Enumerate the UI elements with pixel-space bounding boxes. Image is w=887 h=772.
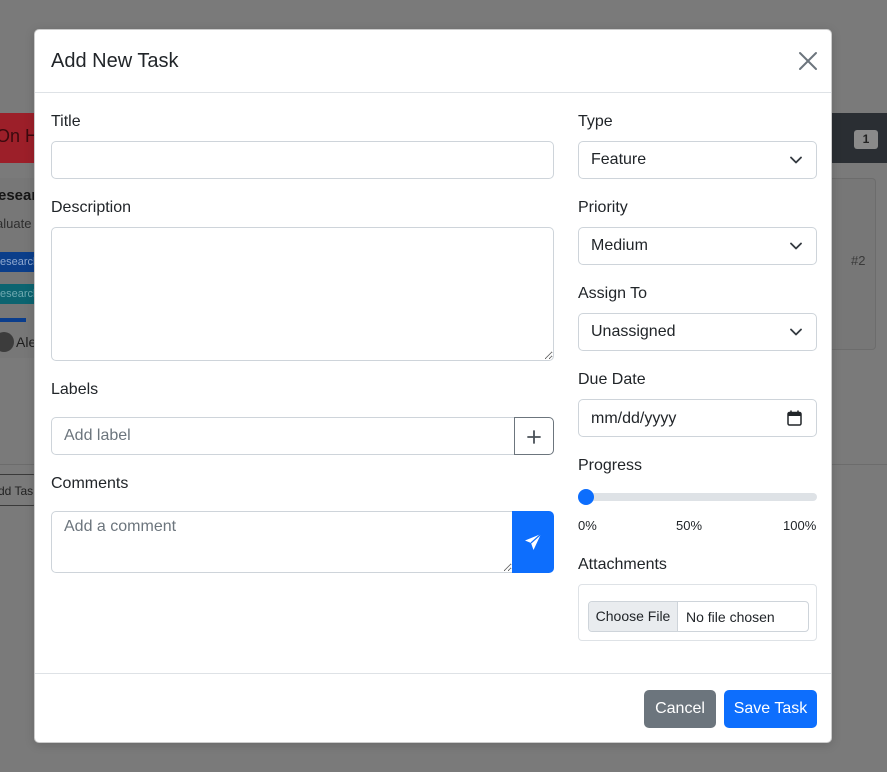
progress-slider-thumb[interactable]: [578, 489, 594, 505]
modal-title: Add New Task: [51, 50, 179, 72]
type-select-value: Feature: [591, 151, 647, 168]
progress-tick-min: 0%: [578, 518, 597, 533]
card-progress-bar: [0, 318, 26, 322]
priority-select[interactable]: Medium: [578, 227, 817, 265]
assign-to-select-value: Unassigned: [591, 323, 676, 340]
save-task-button[interactable]: Save Task: [724, 690, 817, 728]
plus-icon: [527, 430, 541, 444]
modal-header: Add New Task: [35, 30, 831, 93]
file-status: No file chosen: [686, 609, 775, 625]
type-label: Type: [578, 113, 613, 130]
assign-to-label: Assign To: [578, 285, 648, 302]
chevron-down-icon: [790, 328, 802, 336]
send-icon: [525, 533, 542, 550]
title-label: Title: [51, 113, 81, 130]
file-input[interactable]: Choose File No file chosen: [588, 601, 809, 632]
calendar-icon[interactable]: [787, 410, 802, 426]
attachments-box: Choose File No file chosen: [578, 584, 817, 641]
count-badge: 1: [854, 130, 878, 149]
choose-file-button[interactable]: Choose File: [589, 602, 678, 631]
priority-select-value: Medium: [591, 237, 648, 254]
send-comment-button[interactable]: [512, 511, 554, 573]
assign-to-select[interactable]: Unassigned: [578, 313, 817, 351]
description-label: Description: [51, 199, 132, 216]
type-select[interactable]: Feature: [578, 141, 817, 179]
title-input[interactable]: [51, 141, 554, 179]
modal-footer-divider: [35, 673, 831, 674]
labels-label: Labels: [51, 381, 99, 398]
due-date-value: mm/dd/yyyy: [591, 410, 677, 427]
close-button[interactable]: [797, 50, 819, 72]
due-date-input[interactable]: mm/dd/yyyy: [578, 399, 817, 437]
add-label-input[interactable]: [51, 417, 515, 455]
card-tag: esearch: [0, 284, 34, 304]
priority-label: Priority: [578, 199, 628, 216]
progress-tick-mid: 50%: [676, 518, 703, 533]
add-task-button: dd Tas: [0, 474, 36, 506]
add-task-modal: Add New Task Title Description Labels Co…: [34, 29, 832, 743]
card-description: aluate: [0, 216, 32, 231]
column-title: On H: [0, 126, 39, 146]
card-number: #2: [851, 253, 866, 268]
cancel-button[interactable]: Cancel: [644, 690, 716, 728]
comment-textarea[interactable]: [51, 511, 513, 573]
due-date-label: Due Date: [578, 371, 646, 388]
attachments-label: Attachments: [578, 556, 667, 573]
card-tag: esearch: [0, 252, 34, 272]
progress-tick-max: 100%: [783, 518, 817, 533]
add-label-button[interactable]: [514, 417, 554, 455]
chevron-down-icon: [790, 242, 802, 250]
progress-slider[interactable]: [578, 489, 817, 505]
close-icon: [799, 52, 817, 70]
comments-label: Comments: [51, 475, 129, 492]
chevron-down-icon: [790, 156, 802, 164]
progress-label: Progress: [578, 457, 643, 474]
description-textarea[interactable]: [51, 227, 554, 361]
